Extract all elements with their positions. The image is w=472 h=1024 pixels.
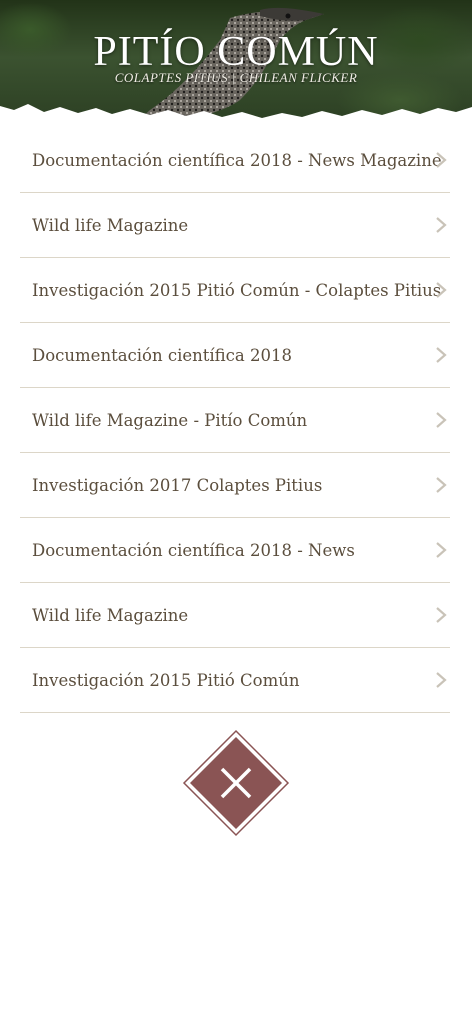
list-item[interactable]: Wild life Magazine: [20, 583, 450, 648]
list-item-label: Wild life Magazine: [32, 215, 189, 235]
chevron-right-icon: [436, 347, 447, 363]
list-item[interactable]: Documentación científica 2018 - News: [20, 518, 450, 583]
chevron-right-icon: [436, 282, 447, 298]
document-list: Documentación científica 2018 - News Mag…: [20, 128, 450, 713]
list-item-label: Documentación científica 2018 - News: [32, 540, 355, 560]
chevron-right-icon: [436, 607, 447, 623]
close-button[interactable]: [182, 729, 290, 837]
chevron-right-icon: [436, 217, 447, 233]
list-item[interactable]: Investigación 2015 Pitió Común - Colapte…: [20, 258, 450, 323]
list-item[interactable]: Documentación científica 2018: [20, 323, 450, 388]
list-item[interactable]: Documentación científica 2018 - News Mag…: [20, 128, 450, 193]
chevron-right-icon: [436, 412, 447, 428]
list-item-label: Wild life Magazine - Pitío Común: [32, 410, 308, 430]
page-title: PITÍO COMÚN: [93, 29, 379, 75]
list-item-label: Wild life Magazine: [32, 605, 189, 625]
list-item[interactable]: Wild life Magazine - Pitío Común: [20, 388, 450, 453]
torn-paper-edge: [0, 104, 472, 128]
list-item[interactable]: Wild life Magazine: [20, 193, 450, 258]
list-item-label: Investigación 2017 Colaptes Pitius: [32, 475, 323, 495]
chevron-right-icon: [436, 152, 447, 168]
list-item-label: Documentación científica 2018: [32, 345, 292, 365]
chevron-right-icon: [436, 477, 447, 493]
close-icon: [182, 729, 290, 837]
list-item-label: Investigación 2015 Pitió Común - Colapte…: [32, 280, 442, 300]
page-subtitle: COLAPTES PITIUS | CHILEAN FLICKER: [114, 70, 358, 85]
chevron-right-icon: [436, 542, 447, 558]
list-item[interactable]: Investigación 2017 Colaptes Pitius: [20, 453, 450, 518]
chevron-right-icon: [436, 672, 447, 688]
header-banner: PITÍO COMÚN COLAPTES PITIUS | CHILEAN FL…: [0, 0, 472, 128]
list-item-label: Investigación 2015 Pitió Común: [32, 670, 300, 690]
list-item[interactable]: Investigación 2015 Pitió Común: [20, 648, 450, 713]
list-item-label: Documentación científica 2018 - News Mag…: [32, 150, 442, 170]
